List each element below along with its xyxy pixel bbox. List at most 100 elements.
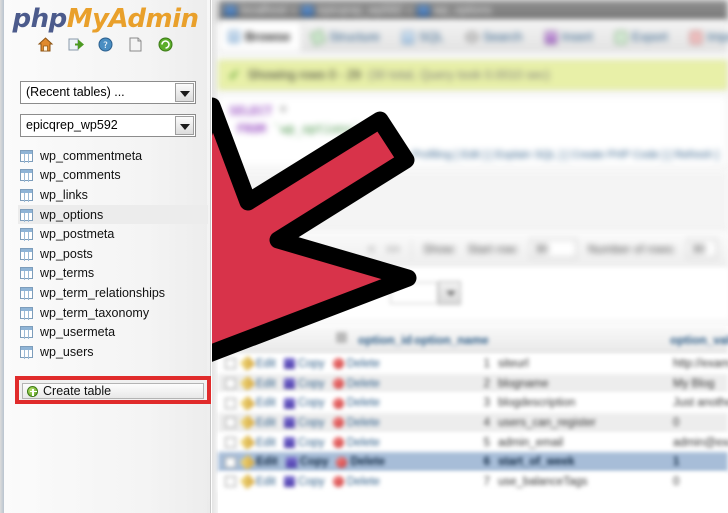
sidebar-table-wp_term_taxonomy[interactable]: wp_term_taxonomy xyxy=(18,303,208,323)
table-row[interactable]: Edit Copy Delete 3 blogdescription Just anoth… xyxy=(218,393,728,414)
column-header-option-name[interactable]: option_name xyxy=(414,333,489,347)
prev-page-icon[interactable]: < xyxy=(368,242,375,256)
edit-action[interactable]: Edit xyxy=(239,375,276,392)
start-row-input[interactable] xyxy=(529,239,577,258)
table-grid-icon xyxy=(20,306,33,320)
filter-input[interactable] xyxy=(390,282,438,304)
row-checkbox[interactable] xyxy=(225,358,236,370)
sidebar-table-wp_usermeta[interactable]: wp_usermeta xyxy=(18,322,208,342)
sidebar-table-wp_postmeta[interactable]: wp_postmeta xyxy=(18,224,208,244)
number-of-rows-input[interactable] xyxy=(686,239,717,258)
table-row[interactable]: Edit Copy Delete 7 use_balanceTags 0 xyxy=(218,472,728,492)
edit-icon xyxy=(239,434,256,451)
breadcrumb-table[interactable]: wp_options xyxy=(434,5,492,17)
row-checkbox[interactable] xyxy=(225,378,236,390)
chevron-down-icon[interactable] xyxy=(175,83,194,102)
chevron-down-icon[interactable] xyxy=(175,116,194,135)
sidebar-table-wp_posts[interactable]: wp_posts xyxy=(18,244,208,264)
breadcrumb-database[interactable]: epicqrep_wp592 xyxy=(318,5,402,17)
sql-action-links[interactable]: Profiling [ Edit ] [ Explain SQL ] [ Cre… xyxy=(412,149,719,161)
delete-label: Delete xyxy=(346,436,380,449)
select-all-arrow-icon[interactable]: ▼ xyxy=(243,336,253,347)
sidebar-table-wp_users[interactable]: wp_users xyxy=(18,342,208,362)
edit-action[interactable]: Edit xyxy=(239,356,276,372)
cell-option-value: Just another xyxy=(673,397,728,410)
sidebar-table-wp_term_relationships[interactable]: wp_term_relationships xyxy=(18,283,208,303)
help-globe-icon[interactable]: ? xyxy=(97,36,114,53)
sort-icon[interactable] xyxy=(336,332,347,343)
tab-export[interactable]: Export xyxy=(605,23,680,51)
tab-browse[interactable]: Browse xyxy=(218,21,303,51)
copy-action[interactable]: Copy xyxy=(283,476,325,488)
column-header-option-value[interactable]: option_value xyxy=(670,333,728,347)
edit-action[interactable]: Edit xyxy=(239,474,276,490)
sidebar-table-wp_links[interactable]: wp_links xyxy=(18,185,208,205)
delete-label: Delete xyxy=(350,456,386,469)
tab-sql[interactable]: SQL xyxy=(392,23,456,51)
row-checkbox[interactable] xyxy=(225,417,236,429)
table-row[interactable]: Edit Copy Delete 5 admin_email admin@exa xyxy=(218,432,728,453)
row-checkbox[interactable] xyxy=(225,397,236,409)
copy-action[interactable]: Copy xyxy=(283,378,325,390)
sidebar-table-wp_terms[interactable]: wp_terms xyxy=(18,264,208,284)
sidebar-table-label: wp_links xyxy=(40,187,88,202)
delete-label: Delete xyxy=(346,357,380,370)
logout-icon[interactable] xyxy=(67,36,85,53)
sidebar-table-wp_options[interactable]: wp_options xyxy=(18,204,208,225)
row-checkbox[interactable] xyxy=(225,476,236,488)
row-checkbox[interactable] xyxy=(225,437,236,449)
tab-structure[interactable]: Structure xyxy=(302,23,392,51)
edit-action[interactable]: Edit xyxy=(239,415,276,431)
table-row[interactable]: Edit Copy Delete 6 start_of_week 1 xyxy=(218,452,728,473)
copy-action[interactable]: Copy xyxy=(283,437,325,449)
sidebar-table-wp_comments[interactable]: wp_comments xyxy=(18,166,208,186)
breadcrumb-server[interactable]: localhost xyxy=(241,5,286,17)
create-table-button[interactable]: Create table xyxy=(22,383,204,399)
table-row[interactable]: Edit Copy Delete 4 users_can_register 0 xyxy=(218,413,728,433)
delete-action[interactable]: Delete xyxy=(332,436,380,449)
import-icon xyxy=(689,30,702,44)
sidebar-table-label: wp_term_taxonomy xyxy=(40,305,150,320)
delete-action[interactable]: Delete xyxy=(332,476,380,488)
documentation-icon[interactable] xyxy=(127,36,144,53)
next-page-icon[interactable]: >> xyxy=(386,242,400,256)
delete-action[interactable]: Delete xyxy=(332,417,380,429)
delete-action[interactable]: Delete xyxy=(332,397,380,409)
edit-action[interactable]: Edit xyxy=(239,395,276,411)
home-icon[interactable] xyxy=(37,36,54,53)
browse-icon xyxy=(228,30,240,43)
column-header-option-id[interactable]: option_id xyxy=(358,333,412,347)
cell-option-value: http://example xyxy=(673,357,728,370)
cell-option-value: 1 xyxy=(673,456,680,469)
copy-action[interactable]: Copy xyxy=(283,397,325,409)
copy-action[interactable]: Copy xyxy=(283,417,325,429)
copy-action[interactable]: Copy xyxy=(283,358,325,370)
tab-import[interactable]: Import xyxy=(680,23,728,51)
sidebar-table-label: wp_posts xyxy=(40,246,93,261)
reload-icon[interactable] xyxy=(157,36,174,53)
sidebar-table-wp_commentmeta[interactable]: wp_commentmeta xyxy=(18,146,208,166)
filter-dropdown-button[interactable] xyxy=(438,281,461,305)
logo-admin-text: Admin xyxy=(108,4,199,34)
delete-action[interactable]: Delete xyxy=(336,456,385,468)
tab-search[interactable]: Search xyxy=(456,23,535,51)
phpmyadmin-logo[interactable]: phpMyAdmin xyxy=(4,2,207,36)
recent-tables-select[interactable]: (Recent tables) ... xyxy=(20,81,196,104)
delete-action[interactable]: Delete xyxy=(332,357,380,370)
tab-insert[interactable]: Insert xyxy=(535,23,605,51)
delete-action[interactable]: Delete xyxy=(332,378,380,390)
cell-option-id: 7 xyxy=(483,475,490,488)
cell-option-value: admin@exa xyxy=(673,436,728,449)
copy-action[interactable]: Copy xyxy=(285,456,328,468)
sql-keyword-select: SELECT xyxy=(229,104,273,118)
database-select[interactable]: epicqrep_wp592 xyxy=(20,114,196,137)
table-row[interactable]: Edit Copy Delete 2 blogname My Blog xyxy=(218,373,728,394)
cell-option-value: 0 xyxy=(673,416,680,429)
table-row[interactable]: Edit Copy Delete 1 siteurl http://example xyxy=(218,354,728,374)
export-icon xyxy=(614,30,627,44)
edit-action[interactable]: Edit xyxy=(239,434,276,451)
plus-circle-icon xyxy=(27,385,38,397)
row-checkbox[interactable] xyxy=(225,456,236,468)
edit-action[interactable]: Edit xyxy=(239,454,278,471)
cell-option-name: blogname xyxy=(498,377,549,390)
